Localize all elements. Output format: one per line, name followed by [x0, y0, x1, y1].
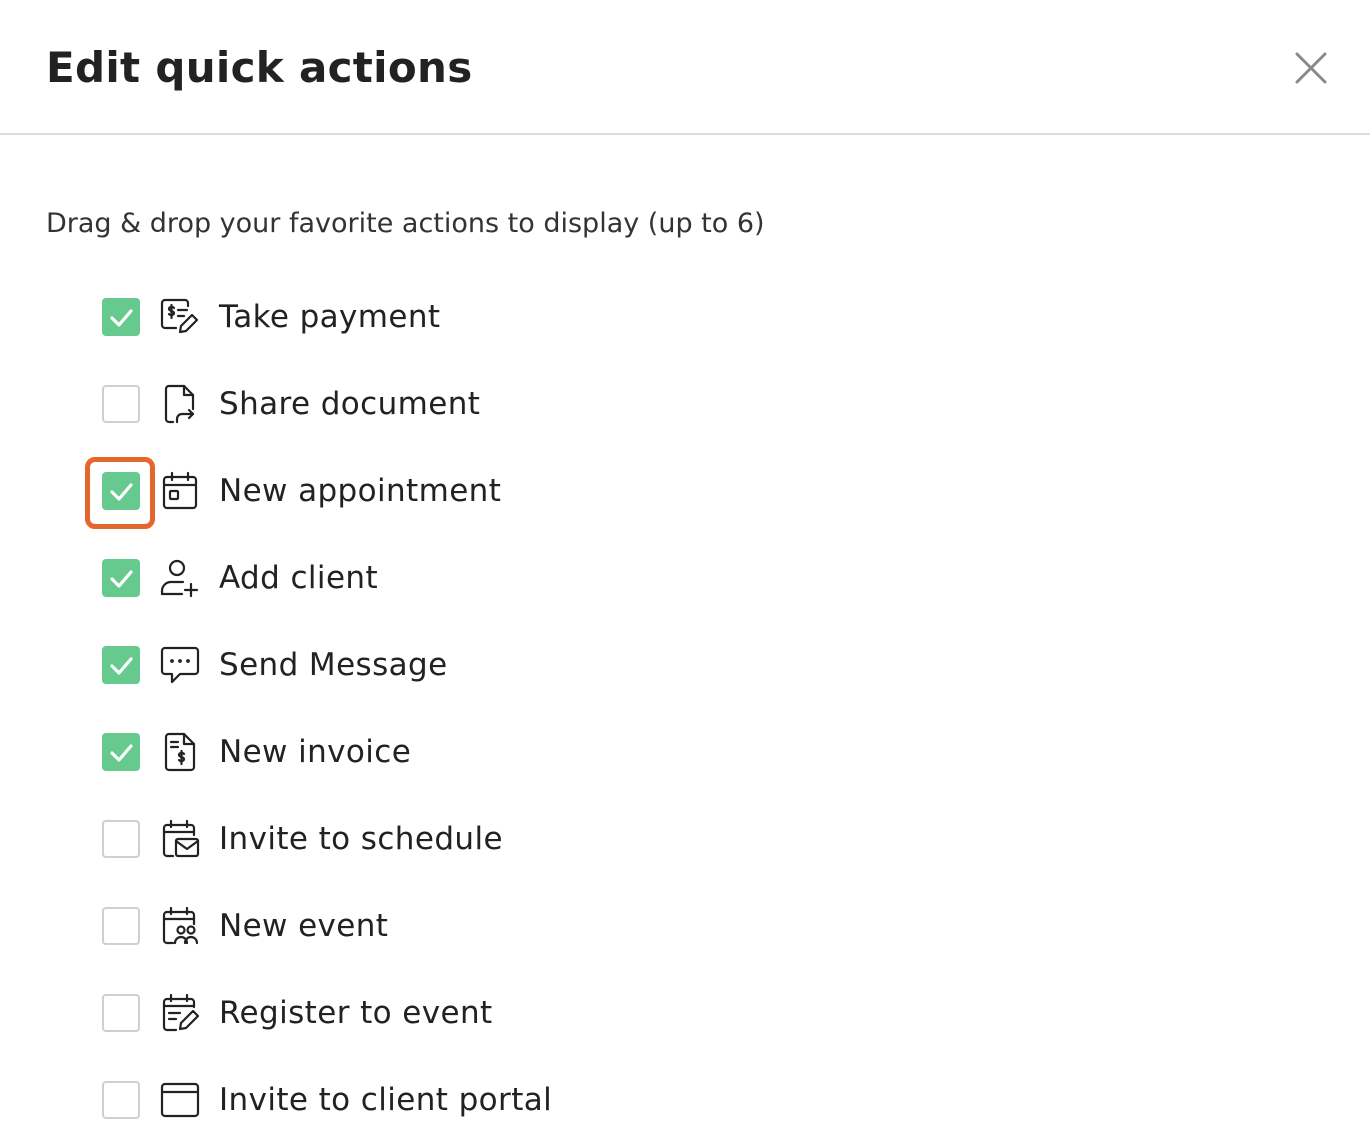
checkmark-icon — [110, 657, 133, 675]
new-appointment-checkbox[interactable] — [102, 472, 140, 510]
action-label: Invite to schedule — [219, 821, 503, 857]
action-label: Invite to client portal — [219, 1082, 553, 1118]
action-label: Take payment — [219, 299, 441, 335]
new-event-checkbox[interactable] — [102, 907, 140, 945]
checkmark-icon — [110, 570, 133, 588]
edit-quick-actions-dialog: Edit quick actions Drag & drop your favo… — [0, 0, 1370, 1138]
take-payment-checkbox[interactable] — [102, 298, 140, 336]
action-label: New invoice — [219, 734, 412, 770]
dialog-header: Edit quick actions — [0, 0, 1370, 135]
list-item-new-appointment[interactable]: New appointment — [85, 446, 890, 529]
register-to-event-checkbox[interactable] — [102, 994, 140, 1032]
message-icon — [160, 646, 200, 684]
calendar-edit-icon — [162, 993, 200, 1032]
invite-to-client-portal-checkbox[interactable] — [102, 1081, 140, 1119]
action-label: Register to event — [219, 995, 493, 1031]
list-item-take-payment[interactable]: Take payment — [90, 272, 890, 352]
invite-to-schedule-checkbox[interactable] — [102, 820, 140, 858]
dialog-title: Edit quick actions — [46, 43, 473, 92]
list-item-new-event[interactable]: New event — [90, 881, 890, 961]
list-item-invite-to-schedule[interactable]: Invite to schedule — [90, 794, 890, 874]
checkmark-icon — [110, 744, 133, 762]
add-client-checkbox[interactable] — [102, 559, 140, 597]
share-document-checkbox[interactable] — [102, 385, 140, 423]
instructions-text: Drag & drop your favorite actions to dis… — [46, 208, 765, 239]
action-label: Share document — [219, 386, 481, 422]
action-label: New event — [219, 908, 389, 944]
browser-window-icon — [160, 1082, 200, 1118]
payment-icon — [160, 298, 199, 334]
share-document-icon — [164, 384, 195, 424]
list-item-add-client[interactable]: Add client — [90, 533, 890, 613]
list-item-invite-to-client-portal[interactable]: Invite to client portal — [90, 1055, 890, 1135]
calendar-icon — [162, 471, 198, 510]
send-message-checkbox[interactable] — [102, 646, 140, 684]
action-label: Add client — [219, 560, 379, 596]
close-icon — [1295, 52, 1327, 84]
add-user-icon — [160, 559, 199, 598]
list-item-new-invoice[interactable]: New invoice — [90, 707, 890, 787]
list-item-share-document[interactable]: Share document — [90, 359, 890, 439]
invoice-icon — [164, 732, 196, 772]
action-label: Send Message — [219, 647, 448, 683]
action-label: New appointment — [219, 473, 502, 509]
checkmark-icon — [110, 483, 133, 501]
new-invoice-checkbox[interactable] — [102, 733, 140, 771]
checkmark-icon — [110, 309, 133, 327]
list-item-register-to-event[interactable]: Register to event — [90, 968, 890, 1048]
calendar-mail-icon — [162, 819, 200, 858]
calendar-group-icon — [162, 906, 199, 945]
close-button[interactable] — [1286, 43, 1336, 93]
list-item-send-message[interactable]: Send Message — [90, 620, 890, 700]
